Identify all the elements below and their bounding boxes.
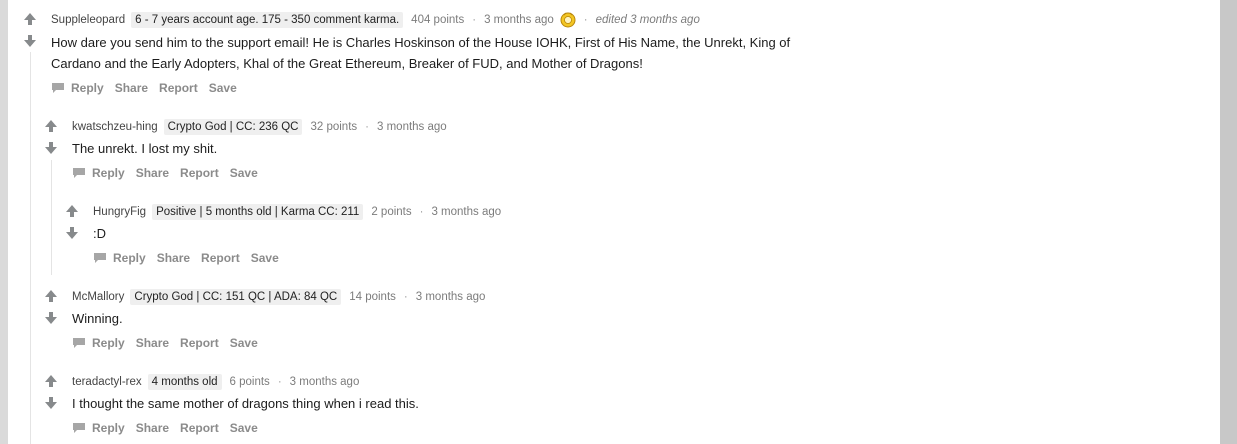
reply-button[interactable]: Reply: [71, 81, 104, 95]
comment-actions: Reply Share Report Save: [93, 249, 290, 267]
comment-author[interactable]: kwatschzeu-hing: [72, 121, 158, 133]
comment-bubble-icon: [93, 252, 107, 264]
comment-bubble-icon: [51, 82, 65, 94]
arrow-up-icon[interactable]: [44, 119, 58, 133]
comment-actions: Reply Share Report Save: [51, 79, 248, 97]
comment-body-line: I thought the same mother of dragons thi…: [72, 396, 419, 411]
comment-time[interactable]: 3 months ago: [484, 14, 554, 26]
user-flair: Crypto God | CC: 236 QC: [163, 119, 303, 135]
comment-body-line: Winning.: [72, 311, 123, 326]
arrow-up-icon[interactable]: [65, 204, 79, 218]
share-button[interactable]: Share: [115, 81, 148, 95]
comment-author[interactable]: McMallory: [72, 291, 124, 303]
reply-button[interactable]: Reply: [113, 251, 146, 265]
comment-bubble-icon: [72, 337, 86, 349]
comment-header: McMallory Crypto God | CC: 151 QC | ADA:…: [72, 288, 485, 306]
separator: ·: [365, 121, 369, 133]
thread-line-level1[interactable]: [51, 160, 52, 275]
comment-body-line: How dare you send him to the support ema…: [51, 35, 791, 50]
comment-body: Winning.: [72, 308, 123, 329]
comment-points: 2 points: [371, 206, 412, 218]
comment-points: 14 points: [349, 291, 396, 303]
comment-actions: Reply Share Report Save: [72, 334, 269, 352]
comment-points: 6 points: [229, 376, 270, 388]
separator: ·: [277, 376, 282, 388]
comment-body-line: The unrekt. I lost my shit.: [72, 141, 218, 156]
user-flair: Positive | 5 months old | Karma CC: 211: [152, 204, 364, 220]
scrollbar[interactable]: [1220, 0, 1237, 444]
save-button[interactable]: Save: [230, 336, 258, 350]
comment-time[interactable]: 3 months ago: [431, 206, 501, 218]
report-button[interactable]: Report: [159, 81, 198, 95]
user-flair: 4 months old: [147, 374, 222, 390]
arrow-down-icon[interactable]: [44, 141, 58, 155]
comment-author[interactable]: Suppleleopard: [51, 14, 125, 26]
thread-line-level0[interactable]: [30, 52, 31, 444]
report-button[interactable]: Report: [180, 336, 219, 350]
arrow-down-icon[interactable]: [65, 226, 79, 240]
arrow-down-icon[interactable]: [44, 311, 58, 325]
arrow-up-icon[interactable]: [23, 12, 37, 26]
user-flair: 6 - 7 years account age. 175 - 350 comme…: [131, 12, 404, 28]
comment-time[interactable]: 3 months ago: [377, 121, 447, 133]
comment-header: kwatschzeu-hing Crypto God | CC: 236 QC …: [72, 118, 447, 136]
reply-button[interactable]: Reply: [92, 166, 125, 180]
save-button[interactable]: Save: [251, 251, 279, 265]
comment-points: 32 points: [310, 121, 358, 133]
reply-button[interactable]: Reply: [92, 336, 125, 350]
share-button[interactable]: Share: [136, 421, 169, 435]
report-button[interactable]: Report: [201, 251, 240, 265]
comment-bubble-icon: [72, 422, 86, 434]
save-button[interactable]: Save: [230, 166, 258, 180]
save-button[interactable]: Save: [230, 421, 258, 435]
comment-header: teradactyl-rex 4 months old 6 points · 3…: [72, 373, 359, 391]
comment-body: The unrekt. I lost my shit.: [72, 138, 217, 159]
comment-author[interactable]: HungryFig: [93, 206, 146, 218]
separator: ·: [472, 14, 477, 26]
comment-header: Suppleleopard 6 - 7 years account age. 1…: [51, 11, 700, 29]
separator: ·: [583, 14, 588, 26]
comment-time[interactable]: 3 months ago: [290, 376, 360, 388]
arrow-down-icon[interactable]: [44, 396, 58, 410]
comment-body-line: :D: [93, 226, 106, 241]
comment-body: How dare you send him to the support ema…: [51, 32, 951, 74]
user-flair: Crypto God | CC: 151 QC | ADA: 84 QC: [130, 289, 342, 305]
comment-bubble-icon: [72, 167, 86, 179]
share-button[interactable]: Share: [136, 166, 169, 180]
arrow-up-icon[interactable]: [44, 289, 58, 303]
comment-header: HungryFig Positive | 5 months old | Karm…: [93, 203, 501, 221]
comment-actions: Reply Share Report Save: [72, 164, 269, 182]
report-button[interactable]: Report: [180, 166, 219, 180]
comment-author[interactable]: teradactyl-rex: [72, 376, 142, 388]
comment-body: I thought the same mother of dragons thi…: [72, 393, 419, 414]
arrow-up-icon[interactable]: [44, 374, 58, 388]
reply-button[interactable]: Reply: [92, 421, 125, 435]
comment-body-line: Cardano and the Early Adopters, Khal of …: [51, 56, 643, 71]
comment-points: 404 points: [411, 14, 465, 26]
comment-time[interactable]: 3 months ago: [416, 291, 486, 303]
share-button[interactable]: Share: [157, 251, 190, 265]
comment-body: :D: [93, 223, 106, 244]
separator: ·: [403, 291, 408, 303]
report-button[interactable]: Report: [180, 421, 219, 435]
award-icon[interactable]: [560, 12, 576, 28]
separator: ·: [419, 206, 424, 218]
comment-actions: Reply Share Report Save: [72, 419, 269, 437]
arrow-down-icon[interactable]: [23, 34, 37, 48]
share-button[interactable]: Share: [136, 336, 169, 350]
save-button[interactable]: Save: [209, 81, 237, 95]
edited-time: edited 3 months ago: [595, 14, 700, 26]
